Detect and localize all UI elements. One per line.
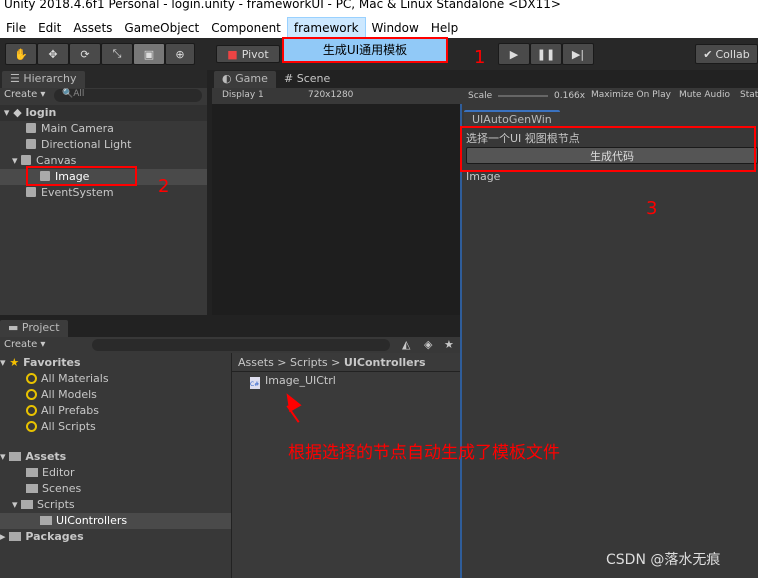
resolution-dropdown[interactable]: 720x1280: [308, 90, 353, 100]
favorites-row[interactable]: ▾ ★ Favorites: [0, 355, 81, 371]
pivot-button[interactable]: ■ Pivot: [216, 45, 280, 63]
menu-window[interactable]: Window: [366, 18, 425, 38]
filter-type-icon[interactable]: ◭: [402, 338, 410, 351]
search-icon: [26, 373, 37, 384]
folder-item-selected[interactable]: UIControllers: [0, 513, 231, 529]
search-icon: [26, 405, 37, 416]
assets-row[interactable]: ▾ Assets: [0, 449, 66, 465]
hierarchy-search-input[interactable]: 🔍All: [54, 89, 202, 102]
tab-game[interactable]: ◐ Game: [214, 71, 276, 88]
unity-icon: ◆: [13, 106, 22, 119]
project-tree: ▾ ★ Favorites All Materials All Models A…: [0, 353, 231, 578]
menu-assets[interactable]: Assets: [67, 18, 118, 38]
menu-framework[interactable]: framework: [286, 17, 366, 39]
rect-tool-icon[interactable]: ▣: [133, 43, 165, 65]
folder-icon: ▬: [8, 321, 22, 334]
csharp-file-icon: C#: [250, 377, 260, 389]
highlight-box-3: [460, 126, 756, 172]
tab-scene[interactable]: # Scene: [284, 71, 330, 87]
label-icon[interactable]: ◈: [424, 338, 432, 351]
project-search-input[interactable]: [92, 339, 390, 351]
tab-hierarchy[interactable]: ☰ Hierarchy: [2, 71, 85, 88]
packages-row[interactable]: ▸ Packages: [0, 529, 84, 545]
breadcrumb: Assets > Scripts > UIControllers: [238, 356, 426, 369]
project-toolbar: Create ▾ ◭ ◈ ★: [0, 337, 460, 353]
list-icon: ☰: [10, 72, 24, 85]
window-title: Unity 2018.4.6f1 Personal - login.unity …: [0, 0, 758, 18]
gameobject-icon: [26, 123, 36, 133]
search-icon: [26, 389, 37, 400]
hierarchy-item[interactable]: Directional Light: [26, 137, 131, 153]
annotation-2: 2: [158, 176, 170, 197]
pivot-icon: ■: [227, 47, 238, 61]
menu-bar: File Edit Assets GameObject Component fr…: [0, 17, 758, 39]
search-icon: [26, 421, 37, 432]
star-icon[interactable]: ★: [444, 338, 454, 351]
game-view: [212, 104, 460, 315]
annotation-note: 根据选择的节点自动生成了模板文件: [288, 443, 560, 463]
folder-icon: [26, 484, 38, 493]
display-dropdown[interactable]: Display 1: [222, 90, 264, 100]
menu-file[interactable]: File: [0, 18, 32, 38]
step-button[interactable]: ▶|: [562, 43, 594, 65]
folder-icon: [9, 452, 22, 461]
hierarchy-panel: Create ▾ 🔍All ▾ ◆ login Main Camera Dire…: [0, 88, 207, 315]
annotation-1: 1: [474, 47, 486, 68]
highlight-box-2: [26, 166, 137, 186]
stats-toggle[interactable]: Stats: [740, 90, 758, 100]
gameobject-icon: [26, 139, 36, 149]
folder-icon: [21, 500, 34, 509]
favorite-item[interactable]: All Scripts: [26, 419, 96, 435]
mute-audio-toggle[interactable]: Mute Audio: [679, 90, 730, 100]
maximize-on-play-toggle[interactable]: Maximize On Play: [591, 90, 671, 100]
folder-icon: [9, 532, 22, 541]
create-dropdown[interactable]: Create ▾: [4, 89, 45, 100]
folder-item[interactable]: ▾ Scripts: [12, 497, 75, 513]
folder-icon: [40, 516, 52, 525]
hand-tool-icon[interactable]: ✋: [5, 43, 37, 65]
menu-help[interactable]: Help: [425, 18, 464, 38]
menu-component[interactable]: Component: [205, 18, 287, 38]
folder-icon: [26, 468, 38, 477]
hierarchy-item[interactable]: EventSystem: [26, 185, 114, 201]
generate-ui-template-menu-item[interactable]: 生成UI通用模板: [282, 37, 448, 63]
play-button[interactable]: ▶: [498, 43, 530, 65]
pause-button[interactable]: ❚❚: [530, 43, 562, 65]
tab-project[interactable]: ▬ Project: [0, 320, 68, 337]
collab-button[interactable]: ✔ Collab: [695, 44, 758, 64]
file-item[interactable]: C# Image_UICtrl: [250, 373, 336, 389]
favorite-item[interactable]: All Prefabs: [26, 403, 99, 419]
game-toolbar: Display 1 720x1280: [212, 88, 460, 104]
star-icon: ★: [9, 356, 20, 369]
folder-item[interactable]: Scenes: [26, 481, 81, 497]
menu-edit[interactable]: Edit: [32, 18, 67, 38]
project-create-dropdown[interactable]: Create ▾: [4, 339, 45, 350]
gameobject-icon: [21, 155, 32, 165]
game-options-bar: Scale 0.166x Maximize On Play Mute Audio…: [460, 88, 758, 104]
uiautogen-window: UIAutoGenWin 选择一个UI 视图根节点 生成代码 Image: [460, 104, 758, 578]
favorite-item[interactable]: All Materials: [26, 371, 109, 387]
project-content: Assets > Scripts > UIControllers C# Image…: [232, 353, 460, 578]
check-icon: ✔: [703, 47, 713, 61]
scale-slider[interactable]: [498, 95, 548, 97]
transform-tool-icon[interactable]: ⊕: [165, 43, 195, 65]
favorite-item[interactable]: All Models: [26, 387, 97, 403]
watermark: CSDN @落水无痕: [606, 552, 721, 568]
scale-tool-icon[interactable]: ⤡: [101, 43, 133, 65]
folder-item[interactable]: Editor: [26, 465, 75, 481]
hierarchy-item[interactable]: Main Camera: [26, 121, 114, 137]
annotation-3: 3: [646, 198, 658, 219]
move-tool-icon[interactable]: ✥: [37, 43, 69, 65]
menu-gameobject[interactable]: GameObject: [118, 18, 205, 38]
scene-row[interactable]: ▾ ◆ login: [0, 105, 207, 121]
gameobject-icon: [26, 187, 36, 197]
rotate-tool-icon[interactable]: ⟳: [69, 43, 101, 65]
